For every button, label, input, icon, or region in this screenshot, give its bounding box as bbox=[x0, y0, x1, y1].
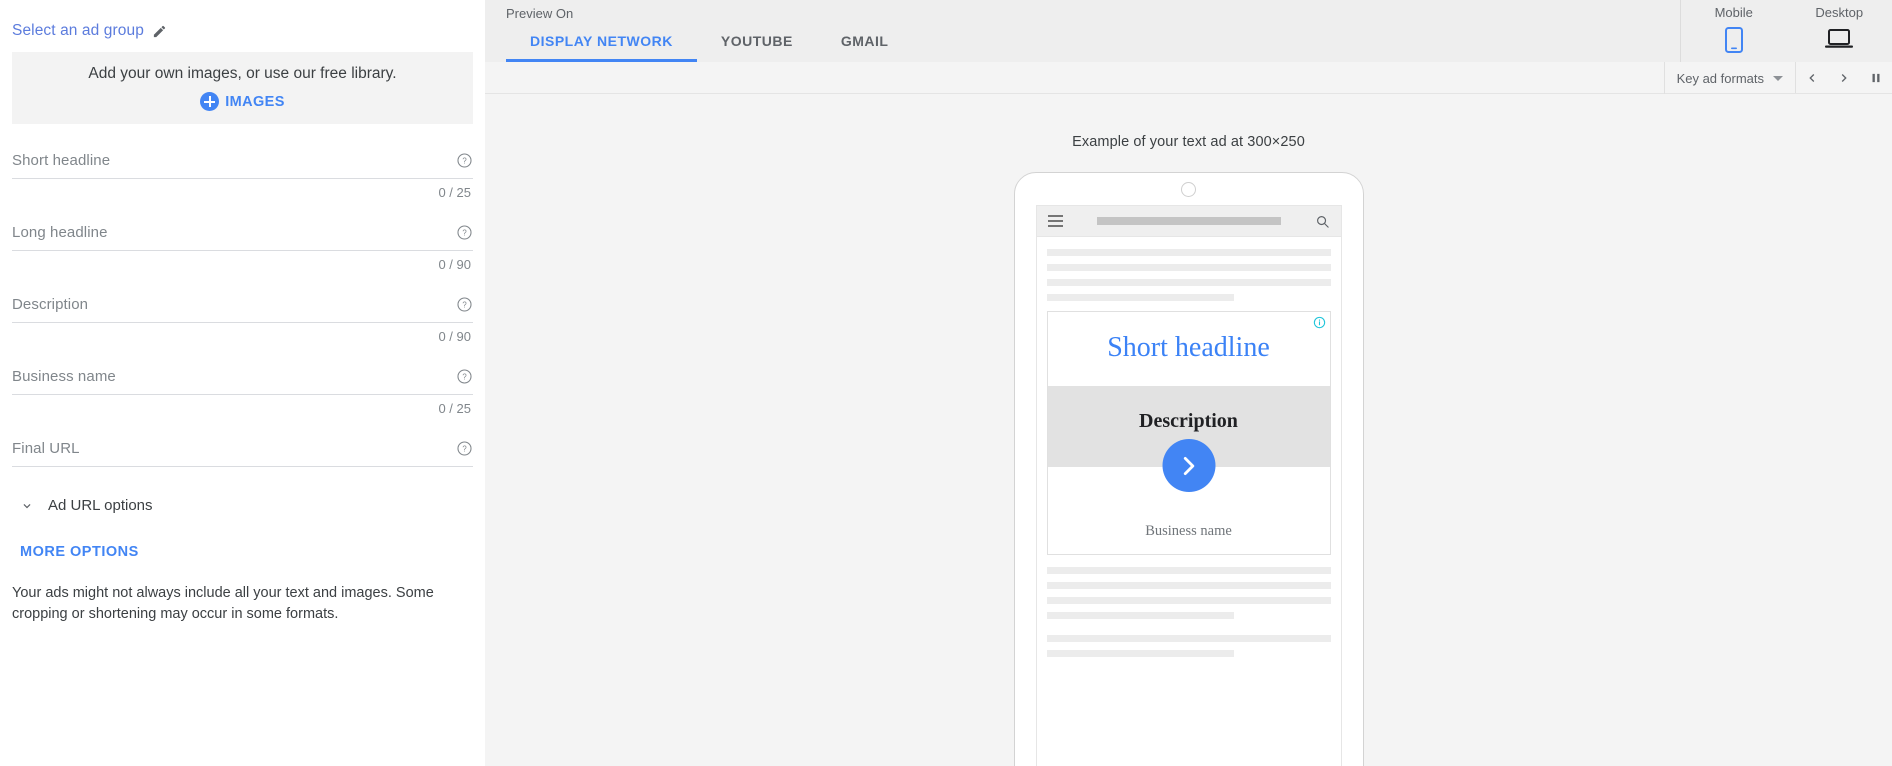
field-long-headline: Long headline ? 0 / 90 bbox=[12, 224, 473, 272]
preview-header: Preview On DISPLAY NETWORK YOUTUBE GMAIL… bbox=[485, 0, 1892, 62]
ad-formats-dropdown[interactable]: Key ad formats bbox=[1665, 62, 1795, 94]
device-button-mobile[interactable]: Mobile bbox=[1681, 0, 1787, 62]
field-input-row[interactable]: Long headline ? bbox=[12, 224, 473, 251]
placeholder-line bbox=[1046, 635, 1331, 642]
device-toggle: Mobile Desktop bbox=[1680, 0, 1892, 62]
ad-form-panel: Select an ad group Add your own images, … bbox=[0, 0, 485, 766]
field-final-url: Final URL ? bbox=[12, 440, 473, 467]
placeholder-line bbox=[1046, 264, 1331, 271]
device-label: Desktop bbox=[1815, 5, 1864, 20]
device-button-desktop[interactable]: Desktop bbox=[1787, 0, 1892, 62]
example-caption: Example of your text ad at 300×250 bbox=[1072, 134, 1305, 150]
browser-bar bbox=[1036, 206, 1341, 237]
ad-url-options-toggle[interactable]: Ad URL options bbox=[0, 491, 485, 514]
ads-disclaimer-text: Your ads might not always include all yo… bbox=[12, 585, 434, 622]
field-business-name: Business name ? 0 / 25 bbox=[12, 368, 473, 416]
camera-dot-icon bbox=[1181, 181, 1196, 197]
info-icon[interactable] bbox=[1313, 316, 1326, 329]
next-format-button[interactable] bbox=[1828, 62, 1860, 94]
placeholder-line bbox=[1046, 650, 1234, 657]
add-images-button[interactable]: IMAGES bbox=[200, 92, 285, 111]
help-icon[interactable]: ? bbox=[456, 224, 473, 241]
placeholder-line bbox=[1046, 249, 1331, 256]
char-counter: 0 / 25 bbox=[438, 185, 471, 200]
help-icon[interactable]: ? bbox=[456, 296, 473, 313]
ad-description: Description bbox=[1139, 410, 1238, 432]
tab-display-network[interactable]: DISPLAY NETWORK bbox=[506, 33, 697, 62]
help-icon[interactable]: ? bbox=[456, 368, 473, 385]
ad-url-options-label: Ad URL options bbox=[48, 497, 153, 514]
preview-nav-buttons bbox=[1795, 62, 1892, 93]
url-placeholder-bar bbox=[1096, 217, 1281, 225]
ad-preview-panel: Preview On DISPLAY NETWORK YOUTUBE GMAIL… bbox=[485, 0, 1892, 766]
plus-circle-icon bbox=[200, 92, 220, 111]
pause-button[interactable] bbox=[1860, 62, 1892, 94]
ad-editor-screen: Select an ad group Add your own images, … bbox=[0, 0, 1892, 766]
svg-text:?: ? bbox=[462, 301, 467, 310]
ad-cta-area bbox=[1048, 439, 1330, 523]
device-label: Mobile bbox=[1714, 5, 1753, 20]
field-description: Description ? 0 / 90 bbox=[12, 296, 473, 344]
phone-screen: Short headline Description Business name bbox=[1035, 205, 1342, 766]
field-input-row[interactable]: Short headline ? bbox=[12, 152, 473, 179]
ad-formats-label: Key ad formats bbox=[1676, 70, 1764, 86]
placeholder-line bbox=[1046, 294, 1234, 301]
field-label: Description bbox=[12, 296, 89, 313]
dropzone-text: Add your own images, or use our free lib… bbox=[88, 65, 397, 82]
help-icon[interactable]: ? bbox=[456, 440, 473, 457]
previous-format-button[interactable] bbox=[1796, 62, 1828, 94]
field-input-row[interactable]: Business name ? bbox=[12, 368, 473, 395]
preview-on-label: Preview On bbox=[506, 6, 574, 21]
pencil-icon[interactable] bbox=[152, 24, 167, 39]
phone-notch bbox=[1015, 173, 1363, 205]
char-counter: 0 / 90 bbox=[438, 329, 471, 344]
svg-text:?: ? bbox=[462, 157, 467, 166]
field-input-row[interactable]: Description ? bbox=[12, 296, 473, 323]
field-short-headline: Short headline ? 0 / 25 bbox=[12, 152, 473, 200]
hamburger-icon[interactable] bbox=[1047, 215, 1063, 227]
ad-business-name: Business name bbox=[1145, 523, 1232, 539]
preview-stage: Example of your text ad at 300×250 Short… bbox=[485, 94, 1892, 766]
svg-text:?: ? bbox=[462, 373, 467, 382]
field-label: Business name bbox=[12, 368, 116, 385]
placeholder-line bbox=[1046, 612, 1234, 619]
add-images-label: IMAGES bbox=[225, 93, 285, 110]
ad-formats-group: Key ad formats bbox=[1663, 62, 1795, 94]
svg-text:?: ? bbox=[462, 229, 467, 238]
placeholder-line bbox=[1046, 279, 1331, 286]
char-counter: 0 / 25 bbox=[438, 401, 471, 416]
svg-text:?: ? bbox=[462, 445, 467, 454]
ad-headline: Short headline bbox=[1107, 332, 1270, 363]
content-lines-below bbox=[1037, 555, 1341, 657]
mobile-phone-icon bbox=[1724, 27, 1744, 58]
chevron-right-arrow-icon[interactable] bbox=[1162, 439, 1215, 492]
image-upload-dropzone[interactable]: Add your own images, or use our free lib… bbox=[12, 52, 473, 124]
ad-group-selector[interactable]: Select an ad group bbox=[0, 0, 485, 52]
help-icon[interactable]: ? bbox=[456, 152, 473, 169]
ad-text-fields: Short headline ? 0 / 25 Long headline ? … bbox=[0, 152, 485, 467]
phone-mockup: Short headline Description Business name bbox=[1013, 172, 1364, 766]
tab-gmail[interactable]: GMAIL bbox=[817, 33, 913, 62]
field-label: Short headline bbox=[12, 152, 111, 169]
tab-youtube[interactable]: YOUTUBE bbox=[697, 33, 817, 62]
laptop-icon bbox=[1824, 27, 1854, 56]
placeholder-line bbox=[1046, 582, 1331, 589]
placeholder-line bbox=[1046, 567, 1331, 574]
preview-network-tabs: DISPLAY NETWORK YOUTUBE GMAIL bbox=[506, 33, 1680, 62]
chevron-down-icon bbox=[20, 499, 34, 513]
char-counter: 0 / 90 bbox=[438, 257, 471, 272]
preview-header-left: Preview On DISPLAY NETWORK YOUTUBE GMAIL bbox=[485, 0, 1680, 62]
ad-preview-card[interactable]: Short headline Description Business name bbox=[1046, 311, 1331, 555]
field-label: Long headline bbox=[12, 224, 108, 241]
ad-group-link[interactable]: Select an ad group bbox=[12, 22, 144, 40]
chevron-down-icon bbox=[1773, 75, 1783, 81]
preview-toolbar: Key ad formats bbox=[485, 62, 1892, 94]
more-options-button[interactable]: MORE OPTIONS bbox=[20, 544, 139, 560]
field-label: Final URL bbox=[12, 440, 80, 457]
field-input-row[interactable]: Final URL ? bbox=[12, 440, 473, 467]
content-lines-above bbox=[1037, 237, 1341, 301]
search-icon[interactable] bbox=[1315, 214, 1330, 229]
placeholder-line bbox=[1046, 597, 1331, 604]
